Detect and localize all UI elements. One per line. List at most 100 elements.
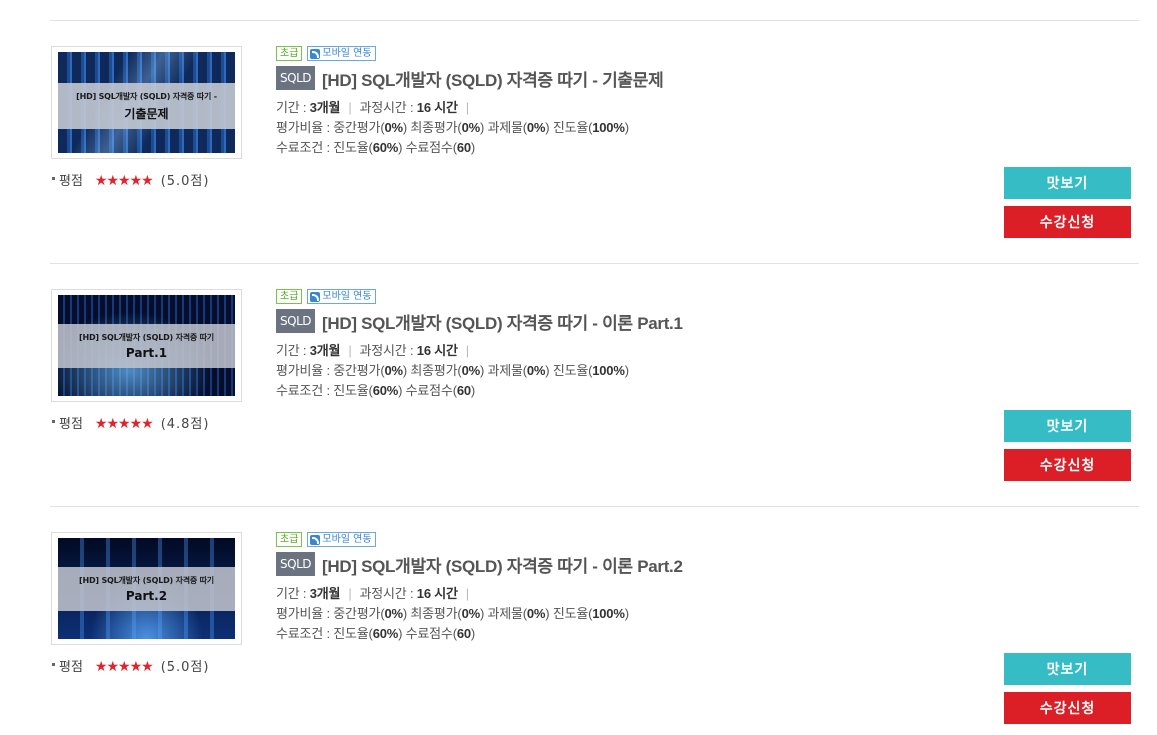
- course-thumbnail[interactable]: [HD] SQL개발자 (SQLD) 자격증 따기 - 기출문제: [51, 46, 242, 159]
- paren-close: ): [624, 120, 629, 135]
- category-tag: SQLD: [276, 309, 315, 333]
- rating: 평점 ★★★★★ (5.0점): [52, 170, 209, 189]
- weights-line: 평가비율 : 중간평가(0%) 최종평가(0%) 과제물(0%) 진도율(100…: [276, 118, 663, 138]
- paren-close: ): [624, 606, 629, 621]
- paren-close: ): [470, 383, 476, 398]
- course-thumbnail[interactable]: [HD] SQL개발자 (SQLD) 자격증 따기 Part.1: [51, 289, 242, 402]
- divider: |: [348, 100, 352, 115]
- thumbnail-caption-line2: 기출문제: [124, 107, 169, 121]
- progress-value: 100%: [592, 606, 625, 621]
- completion-score: 60: [456, 140, 471, 155]
- progress-value: 100%: [592, 363, 625, 378]
- period-value: 3개월: [309, 343, 341, 358]
- hours-label: 과정시간 :: [359, 343, 417, 358]
- rating-score: (5.0점): [160, 660, 210, 675]
- rss-icon: [310, 291, 321, 302]
- thumbnail-caption-line1: [HD] SQL개발자 (SQLD) 자격증 따기: [79, 576, 214, 585]
- thumbnail-image[interactable]: [HD] SQL개발자 (SQLD) 자격증 따기 Part.2: [58, 538, 235, 639]
- assign-value: 0%: [526, 363, 546, 378]
- completion-score: 60: [456, 383, 471, 398]
- enroll-button[interactable]: 수강신청: [1004, 692, 1131, 724]
- final-label: ) 최종평가(: [402, 120, 462, 135]
- bullet-icon: [52, 420, 55, 423]
- rating: 평점 ★★★★★ (4.8점): [52, 413, 209, 432]
- divider: |: [348, 343, 352, 358]
- bullet-icon: [52, 663, 55, 666]
- rss-icon: [310, 534, 321, 545]
- completion-progress: 60%: [372, 383, 399, 398]
- thumbnail-image[interactable]: [HD] SQL개발자 (SQLD) 자격증 따기 Part.1: [58, 295, 235, 396]
- period-value: 3개월: [309, 100, 341, 115]
- paren-close: ): [470, 140, 476, 155]
- course-title[interactable]: [HD] SQL개발자 (SQLD) 자격증 따기 - 기출문제: [322, 66, 664, 91]
- rating-score: (4.8점): [160, 417, 210, 432]
- level-badge: 초급: [276, 46, 303, 61]
- preview-button[interactable]: 맛보기: [1004, 167, 1131, 199]
- course-info: 초급 모바일 연동 SQLD [HD] SQL개발자 (SQLD) 자격증 따기…: [276, 532, 683, 644]
- level-badge: 초급: [276, 289, 303, 304]
- rss-icon: [310, 48, 321, 59]
- mobile-badge: 모바일 연동: [307, 46, 376, 61]
- star-icon: ★★★★★: [94, 173, 154, 189]
- progress-value: 100%: [592, 120, 625, 135]
- final-value: 0%: [461, 363, 481, 378]
- course-title[interactable]: [HD] SQL개발자 (SQLD) 자격증 따기 - 이론 Part.2: [322, 552, 683, 577]
- final-value: 0%: [461, 606, 481, 621]
- category-tag: SQLD: [276, 552, 315, 576]
- rating-label: 평점: [59, 417, 83, 432]
- final-label: ) 최종평가(: [402, 363, 462, 378]
- period-label: 기간 :: [276, 586, 310, 601]
- preview-button[interactable]: 맛보기: [1004, 653, 1131, 685]
- thumbnail-caption-line2: Part.1: [125, 346, 168, 360]
- rating-label: 평점: [59, 660, 83, 675]
- course-item: [HD] SQL개발자 (SQLD) 자격증 따기 Part.1 평점 ★★★★★…: [50, 264, 1139, 507]
- rating-score: (5.0점): [160, 174, 210, 189]
- badges: 초급 모바일 연동: [276, 289, 683, 304]
- weights-label: 평가비율 :: [276, 120, 334, 135]
- course-title[interactable]: [HD] SQL개발자 (SQLD) 자격증 따기 - 이론 Part.1: [322, 309, 683, 334]
- mid-value: 0%: [384, 363, 403, 378]
- course-meta: 기간 : 3개월 | 과정시간 : 16 시간 | 평가비율 : 중간평가(0%) 최…: [276, 584, 683, 644]
- category-tag: SQLD: [276, 66, 315, 90]
- divider: |: [348, 586, 352, 601]
- mid-label: 중간평가(: [333, 606, 385, 621]
- period-label: 기간 :: [276, 343, 310, 358]
- mobile-badge-label: 모바일 연동: [322, 48, 372, 59]
- badges: 초급 모바일 연동: [276, 532, 683, 547]
- mid-label: 중간평가(: [333, 120, 385, 135]
- assign-label: ) 과제물(: [479, 606, 527, 621]
- course-meta: 기간 : 3개월 | 과정시간 : 16 시간 | 평가비율 : 중간평가(0%) 최…: [276, 98, 663, 158]
- period-value: 3개월: [309, 586, 341, 601]
- course-item: [HD] SQL개발자 (SQLD) 자격증 따기 Part.2 평점 ★★★★★…: [50, 507, 1139, 735]
- progress-label: ) 진도율(: [545, 606, 593, 621]
- title-row: SQLD [HD] SQL개발자 (SQLD) 자격증 따기 - 이론 Part…: [276, 552, 683, 576]
- hours-value: 16 시간: [416, 100, 458, 115]
- mobile-badge-label: 모바일 연동: [322, 534, 372, 545]
- thumbnail-caption: [HD] SQL개발자 (SQLD) 자격증 따기 Part.2: [58, 567, 235, 611]
- mid-value: 0%: [384, 120, 403, 135]
- completion-line: 수료조건 : 진도율(60%) 수료점수(60): [276, 138, 663, 158]
- final-value: 0%: [461, 120, 481, 135]
- completion-label: 수료조건 : 진도율(: [276, 626, 373, 641]
- mid-label: 중간평가(: [333, 363, 385, 378]
- star-icon: ★★★★★: [94, 659, 154, 675]
- enroll-button[interactable]: 수강신청: [1004, 449, 1131, 481]
- course-info: 초급 모바일 연동 SQLD [HD] SQL개발자 (SQLD) 자격증 따기…: [276, 46, 664, 158]
- assign-value: 0%: [526, 120, 546, 135]
- weights-line: 평가비율 : 중간평가(0%) 최종평가(0%) 과제물(0%) 진도율(100…: [276, 361, 683, 381]
- completion-label: 수료조건 : 진도율(: [276, 383, 373, 398]
- completion-score: 60: [456, 626, 471, 641]
- bullet-icon: [52, 177, 55, 180]
- course-thumbnail[interactable]: [HD] SQL개발자 (SQLD) 자격증 따기 Part.2: [51, 532, 242, 645]
- completion-score-label: ) 수료점수(: [398, 383, 457, 398]
- divider: |: [465, 586, 469, 601]
- paren-close: ): [470, 626, 476, 641]
- preview-button[interactable]: 맛보기: [1004, 410, 1131, 442]
- completion-line: 수료조건 : 진도율(60%) 수료점수(60): [276, 624, 683, 644]
- mobile-badge: 모바일 연동: [307, 532, 376, 547]
- course-meta: 기간 : 3개월 | 과정시간 : 16 시간 | 평가비율 : 중간평가(0%) 최…: [276, 341, 683, 401]
- thumbnail-image[interactable]: [HD] SQL개발자 (SQLD) 자격증 따기 - 기출문제: [58, 52, 235, 153]
- completion-progress: 60%: [372, 626, 399, 641]
- completion-score-label: ) 수료점수(: [398, 140, 457, 155]
- enroll-button[interactable]: 수강신청: [1004, 206, 1131, 238]
